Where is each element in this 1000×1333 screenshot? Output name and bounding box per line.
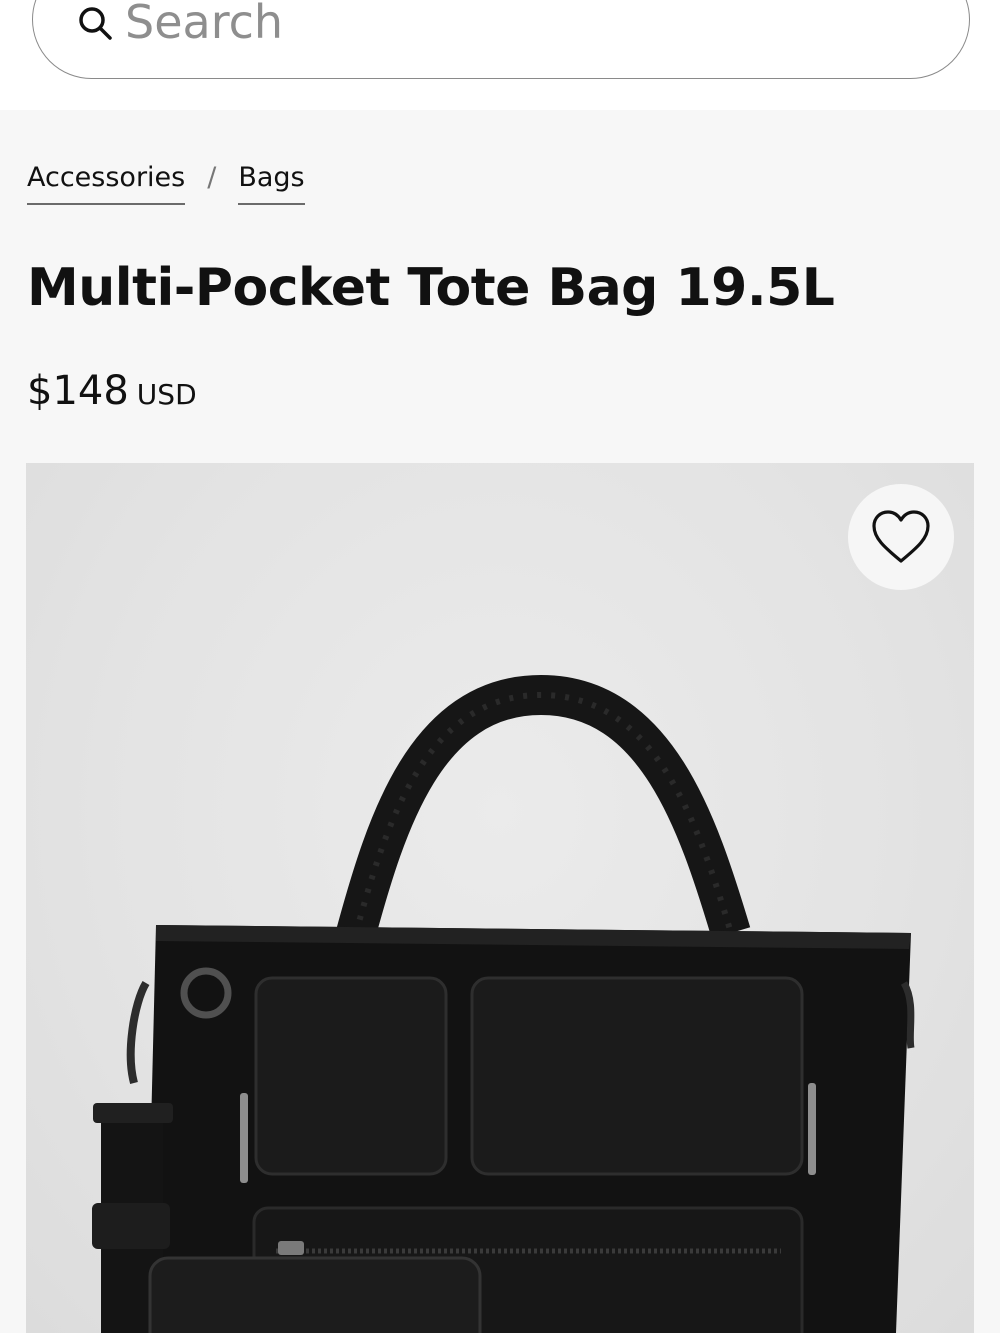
heart-icon [872,510,930,563]
tote-bag-illustration [92,675,915,1333]
wishlist-button[interactable] [848,484,954,590]
price-amount: $148 [27,368,129,414]
price-currency: USD [136,378,197,411]
search-input[interactable]: Search [125,0,283,45]
product-price: $148 USD [27,368,197,414]
product-title: Multi-Pocket Tote Bag 19.5L [27,258,835,318]
product-image[interactable] [26,463,974,1333]
breadcrumb-bags-link[interactable]: Bags [238,162,305,205]
search-icon [79,7,112,40]
search-bar[interactable]: Search [32,0,970,79]
breadcrumb-accessories-link[interactable]: Accessories [27,162,186,205]
breadcrumb-separator: / [207,162,217,193]
breadcrumb: Accessories / Bags [27,162,305,205]
product-detail: Accessories / Bags Multi-Pocket Tote Bag… [0,110,1000,1333]
